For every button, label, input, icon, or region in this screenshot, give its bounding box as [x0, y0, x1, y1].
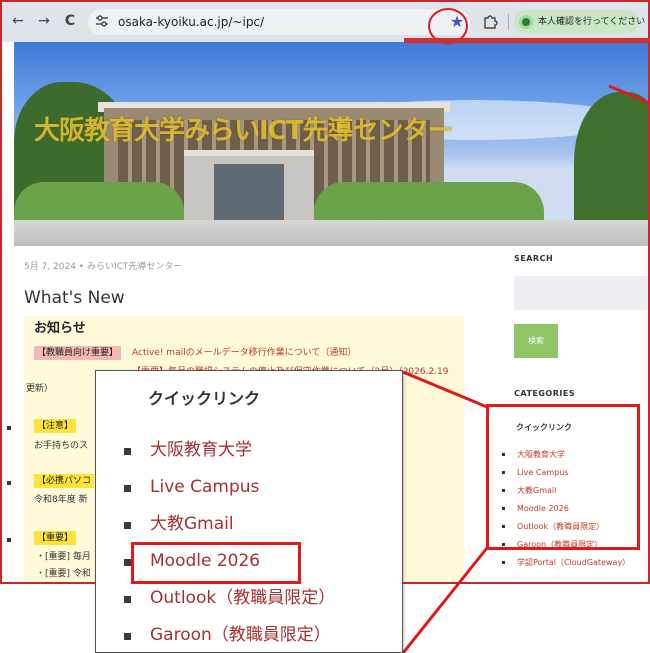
list-item[interactable]: Live Campus [124, 471, 394, 508]
tune-icon[interactable] [94, 14, 112, 30]
kebab-menu-icon[interactable]: ⋮ [642, 13, 648, 29]
notice-tag: 【必携パソコ [34, 474, 95, 488]
notice-text: ・[重要] 令和 [36, 569, 91, 579]
notice-text: お手持ちのス [34, 441, 89, 451]
notice-tag: 【教職員向け重要】 [34, 346, 122, 360]
bullet-square [124, 633, 131, 640]
moodle-highlight-box [131, 542, 301, 584]
list-item[interactable]: 学認Portal（CloudGateway） [502, 554, 648, 572]
bullet-dot [7, 538, 11, 542]
building-door [214, 164, 284, 220]
popup-title: クイックリンク [148, 389, 261, 408]
popup-link-live-campus[interactable]: Live Campus [150, 477, 259, 497]
quicklink-highlight-box [486, 404, 640, 550]
list-item[interactable]: 大阪教育大学 [124, 434, 394, 471]
notice-text: 更新） [26, 384, 54, 394]
popup-link-garoon[interactable]: Garoon（教職員限定） [150, 625, 331, 645]
list-item[interactable]: Outlook（教職員限定） [124, 582, 394, 619]
notice-tag: 【重要】 [34, 531, 77, 545]
bullet-dot [7, 426, 11, 430]
list-item[interactable]: Garoon（教職員限定） [124, 619, 394, 653]
bullet-square [124, 448, 131, 455]
popup-link-outlook[interactable]: Outlook（教職員限定） [150, 588, 335, 608]
highlight-bar [404, 38, 650, 43]
forward-icon[interactable]: → [36, 13, 52, 29]
search-button[interactable]: 検索 [514, 324, 558, 358]
site-title[interactable]: 大阪教育大学みらいICT先導センター [34, 110, 453, 147]
bullet-dot [7, 481, 11, 485]
search-heading: SEARCH [514, 254, 554, 263]
puzzle-icon[interactable] [482, 13, 498, 29]
popup-link-gmail[interactable]: 大教Gmail [150, 514, 234, 534]
notice-link[interactable]: Active! mailのメールデータ移行作業について（通知） [132, 346, 356, 360]
page-title: What's New [24, 288, 125, 308]
browser-toolbar: ← → C osaka-kyoiku.ac.jp/~ipc/ ★ 本人確認を行っ… [2, 2, 648, 42]
avatar [519, 15, 533, 29]
notice-text: 令和8年度 新 [34, 495, 88, 505]
bullet-square [124, 596, 131, 603]
back-icon[interactable]: ← [10, 13, 26, 29]
url-text[interactable]: osaka-kyoiku.ac.jp/~ipc/ [118, 14, 264, 30]
bullet-square [124, 522, 131, 529]
profile-label: 本人確認を行ってください [538, 17, 646, 27]
categories-heading: CATEGORIES [514, 389, 576, 398]
post-meta: 5月 7, 2024 • みらいICT先導センター [24, 262, 183, 272]
bullet-square [124, 559, 131, 566]
toolbar-divider [508, 14, 509, 30]
address-bar[interactable]: osaka-kyoiku.ac.jp/~ipc/ [88, 9, 470, 35]
profile-button[interactable]: 本人確認を行ってください [514, 10, 645, 34]
notice-heading: お知らせ [34, 321, 86, 336]
notice-text: ・[重要] 毎月 [36, 552, 91, 562]
notice-tag: 【注意】 [34, 419, 77, 433]
quicklink-zoom-popup: クイックリンク 大阪教育大学 Live Campus 大教Gmail Moodl… [95, 370, 403, 653]
reload-icon[interactable]: C [62, 13, 78, 29]
bullet-square [502, 561, 505, 564]
quicklink-gakunin-portal[interactable]: 学認Portal（CloudGateway） [517, 558, 630, 567]
bullet-square [124, 485, 131, 492]
search-input[interactable] [514, 276, 648, 310]
list-item[interactable]: 大教Gmail [124, 508, 394, 545]
popup-link-osaka-kyoiku[interactable]: 大阪教育大学 [150, 440, 252, 460]
